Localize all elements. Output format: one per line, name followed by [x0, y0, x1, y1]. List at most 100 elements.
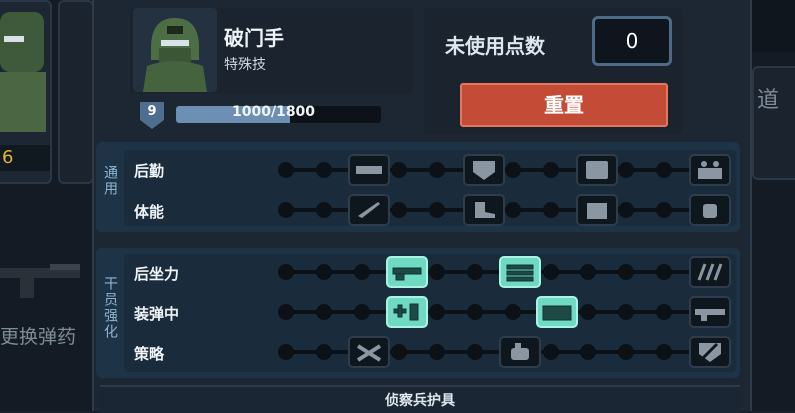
skill-node — [618, 162, 634, 178]
backpack-icon — [578, 196, 616, 228]
skill-node — [316, 304, 332, 320]
skill-node — [505, 304, 521, 320]
character-class: 特殊技 — [224, 57, 266, 73]
left-side-text: 更换弹药 — [0, 326, 77, 348]
rifle-silhouette-icon — [0, 264, 80, 298]
skill-node — [580, 304, 596, 320]
skill-node — [316, 202, 332, 218]
row-label-logistics: 后勤 — [134, 162, 165, 180]
skill-slot[interactable] — [348, 336, 390, 368]
crate-icon — [691, 156, 729, 188]
skill-node — [429, 202, 445, 218]
skill-node — [429, 264, 445, 280]
skill-node — [580, 344, 596, 360]
skill-node — [505, 162, 521, 178]
skill-node — [656, 304, 672, 320]
knife-icon — [350, 196, 388, 228]
right-side-text: 道 — [757, 88, 780, 113]
skill-node — [656, 162, 672, 178]
grenade-hand-icon — [501, 338, 539, 370]
skill-slot[interactable] — [499, 336, 541, 368]
skill-node — [278, 162, 294, 178]
row-label-physique: 体能 — [134, 203, 165, 221]
right-top-bar — [752, 0, 795, 52]
skill-node — [391, 162, 407, 178]
reset-button[interactable]: 重置 — [460, 83, 668, 127]
shield-heart-icon — [465, 156, 503, 188]
avatar — [133, 8, 217, 92]
skill-node — [467, 304, 483, 320]
cadre-group-label: 干员强化 — [102, 276, 118, 340]
skill-node — [429, 344, 445, 360]
skill-slot[interactable] — [463, 194, 505, 226]
skill-slot[interactable] — [576, 154, 618, 186]
skill-slot[interactable] — [576, 194, 618, 226]
row-label-strategy: 策略 — [134, 345, 165, 363]
boot-icon — [465, 196, 503, 228]
gold-counter: 6 — [0, 145, 50, 171]
shells-icon — [691, 258, 729, 290]
skill-node — [467, 344, 483, 360]
fist-icon — [691, 196, 729, 228]
right-background-panel — [752, 0, 795, 411]
character-name: 破门手 — [224, 26, 284, 50]
skill-slot[interactable] — [689, 256, 731, 288]
skill-node — [618, 264, 634, 280]
soldier-portrait-icon — [0, 12, 46, 132]
skill-slot[interactable] — [689, 194, 731, 226]
skill-node — [543, 162, 559, 178]
skill-slot[interactable] — [689, 154, 731, 186]
tools-icon — [350, 338, 388, 370]
skill-node — [618, 344, 634, 360]
skill-node — [656, 264, 672, 280]
skill-node — [354, 304, 370, 320]
level-number: 9 — [147, 104, 157, 119]
general-group-label: 通用 — [102, 165, 118, 197]
skill-node — [354, 264, 370, 280]
skill-node — [618, 202, 634, 218]
skill-node — [656, 344, 672, 360]
unused-points-label: 未使用点数 — [445, 34, 545, 58]
skill-node — [543, 202, 559, 218]
skill-node — [505, 202, 521, 218]
rifle-icon — [691, 298, 729, 330]
skill-slot[interactable] — [348, 154, 390, 186]
skill-node — [580, 264, 596, 280]
armor-plate-icon — [578, 156, 616, 188]
skill-node — [391, 344, 407, 360]
row-label-recoil: 后坐力 — [134, 265, 180, 283]
skill-slot[interactable] — [463, 154, 505, 186]
skill-node — [278, 264, 294, 280]
skill-node — [391, 202, 407, 218]
skill-node — [278, 344, 294, 360]
skill-node — [656, 202, 672, 218]
skill-node — [316, 162, 332, 178]
skill-node — [429, 162, 445, 178]
skill-slot[interactable] — [386, 256, 428, 288]
skill-node — [618, 304, 634, 320]
skill-node — [429, 304, 445, 320]
skill-slot[interactable] — [689, 336, 731, 368]
skill-node — [316, 344, 332, 360]
skill-slot[interactable] — [499, 256, 541, 288]
row-label-reloading: 装弹中 — [134, 305, 180, 323]
unused-points-value: 0 — [592, 16, 672, 66]
breacher-helmet-icon — [143, 18, 207, 92]
skill-slot[interactable] — [386, 296, 428, 328]
shotgun-icon — [388, 258, 426, 290]
medkit-ammo-icon — [388, 298, 426, 330]
skill-node — [316, 264, 332, 280]
footer-label[interactable]: 侦察兵护具 — [100, 390, 740, 410]
skill-node — [543, 344, 559, 360]
magazine-icon — [501, 258, 539, 290]
skill-track-line — [286, 310, 712, 314]
skill-slot[interactable] — [689, 296, 731, 328]
xp-text: 1000/1800 — [232, 104, 316, 120]
shield-slash-icon — [691, 338, 729, 370]
skill-node — [278, 304, 294, 320]
skill-slot[interactable] — [348, 194, 390, 226]
skill-slot[interactable] — [536, 296, 578, 328]
left-secondary-card[interactable] — [58, 0, 94, 184]
ammo-belt-icon — [350, 156, 388, 188]
skill-node — [467, 264, 483, 280]
